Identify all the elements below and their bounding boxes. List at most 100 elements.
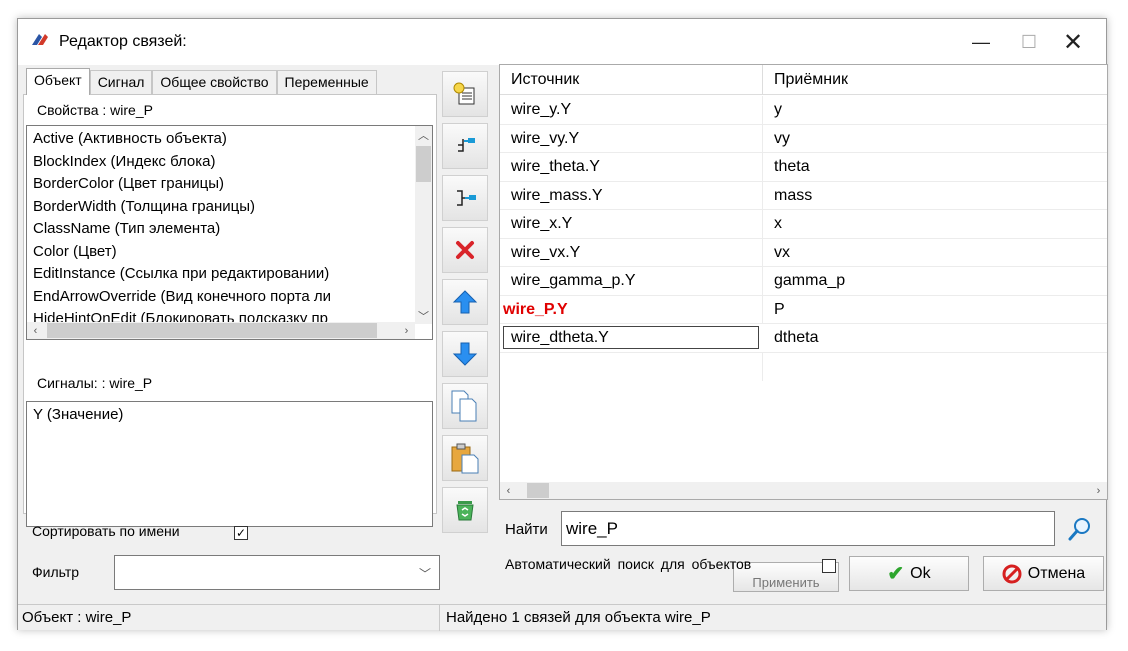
recycle-bin-icon (456, 501, 474, 521)
scroll-up-icon[interactable]: ︿ (415, 126, 432, 143)
cell-source[interactable]: wire_mass.Y (500, 181, 763, 210)
clear-button[interactable] (442, 487, 488, 533)
signals-list[interactable]: Y (Значение) (26, 401, 433, 527)
cell-target[interactable]: dtheta (763, 324, 1109, 353)
cell-target[interactable]: vx (763, 239, 1109, 268)
properties-sheet-button[interactable] (442, 71, 488, 117)
status-bar: Объект : wire_P Найдено 1 связей для объ… (18, 604, 1106, 631)
add-link-button[interactable] (442, 123, 488, 169)
list-item[interactable]: BorderColor (Цвет границы) (27, 173, 415, 196)
scroll-left-icon[interactable]: ‹ (500, 482, 517, 499)
scroll-down-icon[interactable]: ﹀ (415, 307, 432, 324)
auto-search-checkbox[interactable] (822, 559, 836, 573)
copy-button[interactable] (442, 383, 488, 429)
scroll-thumb[interactable] (527, 483, 549, 498)
check-icon: ✔ (887, 563, 905, 585)
cell-target[interactable]: x (763, 210, 1109, 239)
empty-row (500, 352, 1107, 382)
properties-list[interactable]: Active (Активность объекта) BlockIndex (… (26, 125, 433, 340)
sort-by-name-checkbox[interactable]: ✓ (234, 526, 248, 540)
link-editor-window: Редактор связей: — ☐ ✕ Объект Сигнал Общ… (17, 18, 1108, 631)
paste-icon (451, 443, 479, 474)
cancel-icon (1002, 564, 1022, 583)
insert-link-button[interactable] (442, 175, 488, 221)
status-found: Найдено 1 связей для объекта wire_P (446, 609, 711, 626)
table-row-selected[interactable]: wire_dtheta.Y dtheta (500, 324, 1107, 353)
cell-source-highlighted[interactable]: wire_P.Y (500, 295, 763, 324)
table-row-highlighted[interactable]: wire_P.Y P (500, 295, 1109, 325)
table-row[interactable]: wire_theta.Y theta (500, 153, 1107, 182)
cell-source[interactable]: wire_theta.Y (500, 153, 763, 182)
table-row[interactable]: wire_gamma_p.Y gamma_p (500, 267, 1107, 296)
list-item[interactable]: ClassName (Тип элемента) (27, 218, 415, 241)
chevron-down-icon: ﹀ (418, 567, 431, 581)
cancel-button[interactable]: Отмена (983, 556, 1104, 591)
table-row[interactable]: wire_x.Y x (500, 210, 1107, 239)
list-item[interactable]: BlockIndex (Индекс блока) (27, 151, 415, 174)
grid-hscroll[interactable]: ‹ › (500, 482, 1107, 499)
maximize-button[interactable]: ☐ (1006, 19, 1052, 65)
cell-source[interactable]: wire_vx.Y (500, 238, 763, 267)
cell-target[interactable]: vy (763, 125, 1109, 154)
add-link-icon (458, 138, 475, 152)
search-icon[interactable] (1065, 514, 1095, 544)
status-object: Объект : wire_P (22, 609, 132, 626)
links-grid[interactable]: Источник Приёмник wire_y.Y y wire_vy.Y vy … (499, 64, 1108, 500)
tab-variables[interactable]: Переменные (276, 70, 377, 94)
scroll-right-icon[interactable]: › (398, 322, 415, 339)
tab-signal[interactable]: Сигнал (89, 70, 153, 94)
filter-combobox[interactable]: ﹀ (114, 555, 440, 590)
scroll-left-icon[interactable]: ‹ (27, 322, 44, 339)
status-separator (439, 605, 440, 631)
list-item[interactable]: Color (Цвет) (27, 241, 415, 264)
minimize-button[interactable]: — (958, 19, 1004, 65)
cell-source-focused[interactable]: wire_dtheta.Y (503, 326, 759, 349)
filter-label: Фильтр (32, 564, 80, 580)
ok-button-label: Ok (910, 564, 931, 582)
find-label: Найти (505, 521, 548, 538)
find-input[interactable]: wire_P (561, 511, 1055, 546)
list-item[interactable]: Y (Значение) (27, 404, 123, 427)
insert-link-icon (457, 190, 476, 206)
properties-sheet-icon (453, 82, 475, 105)
move-up-button[interactable] (442, 279, 488, 325)
column-header-target[interactable]: Приёмник (763, 65, 848, 95)
list-item[interactable]: EditInstance (Ссылка при редактировании) (27, 263, 415, 286)
delete-link-button[interactable] (442, 227, 488, 273)
close-button[interactable]: ✕ (1050, 19, 1096, 65)
cell-target[interactable]: gamma_p (763, 267, 1109, 296)
properties-hscroll[interactable]: ‹ › (27, 322, 415, 339)
cell-target[interactable]: y (763, 96, 1109, 125)
paste-button[interactable] (442, 435, 488, 481)
app-icon (32, 34, 48, 45)
table-row[interactable]: wire_vy.Y vy (500, 124, 1109, 154)
grid-header: Источник Приёмник (500, 65, 1107, 95)
tab-object[interactable]: Объект (26, 68, 90, 95)
table-row[interactable]: wire_y.Y y (500, 96, 1107, 125)
object-tab-panel: Свойства : wire_P Active (Активность объ… (23, 94, 437, 527)
ok-button[interactable]: ✔ Ok (849, 556, 969, 591)
cell-target[interactable]: P (763, 296, 1109, 325)
scroll-thumb[interactable] (416, 146, 431, 182)
list-item[interactable]: Active (Активность объекта) (27, 128, 415, 151)
cell-target[interactable]: mass (763, 182, 1109, 211)
column-header-source[interactable]: Источник (500, 65, 763, 95)
scroll-right-icon[interactable]: › (1090, 482, 1107, 499)
move-down-button[interactable] (442, 331, 488, 377)
cell-source[interactable]: wire_x.Y (500, 210, 763, 239)
title-bar: Редактор связей: — ☐ ✕ (18, 19, 1106, 65)
cell-target[interactable]: theta (763, 153, 1109, 182)
table-row[interactable]: wire_vx.Y vx (500, 238, 1109, 268)
cell-source[interactable]: wire_vy.Y (500, 124, 763, 153)
cell-source[interactable]: wire_gamma_p.Y (500, 267, 763, 296)
list-item[interactable]: BorderWidth (Толщина границы) (27, 196, 415, 219)
arrow-up-icon (452, 290, 478, 314)
signals-label: Сигналы: : wire_P (37, 375, 153, 391)
tab-common-property[interactable]: Общее свойство (152, 70, 277, 94)
delete-icon (456, 241, 474, 259)
cell-source[interactable]: wire_y.Y (500, 96, 763, 125)
list-item[interactable]: EndArrowOverride (Вид конечного порта ли (27, 286, 415, 309)
scroll-thumb[interactable] (47, 323, 377, 338)
properties-vscroll[interactable]: ︿ ﹀ (415, 126, 432, 324)
table-row[interactable]: wire_mass.Y mass (500, 181, 1109, 211)
